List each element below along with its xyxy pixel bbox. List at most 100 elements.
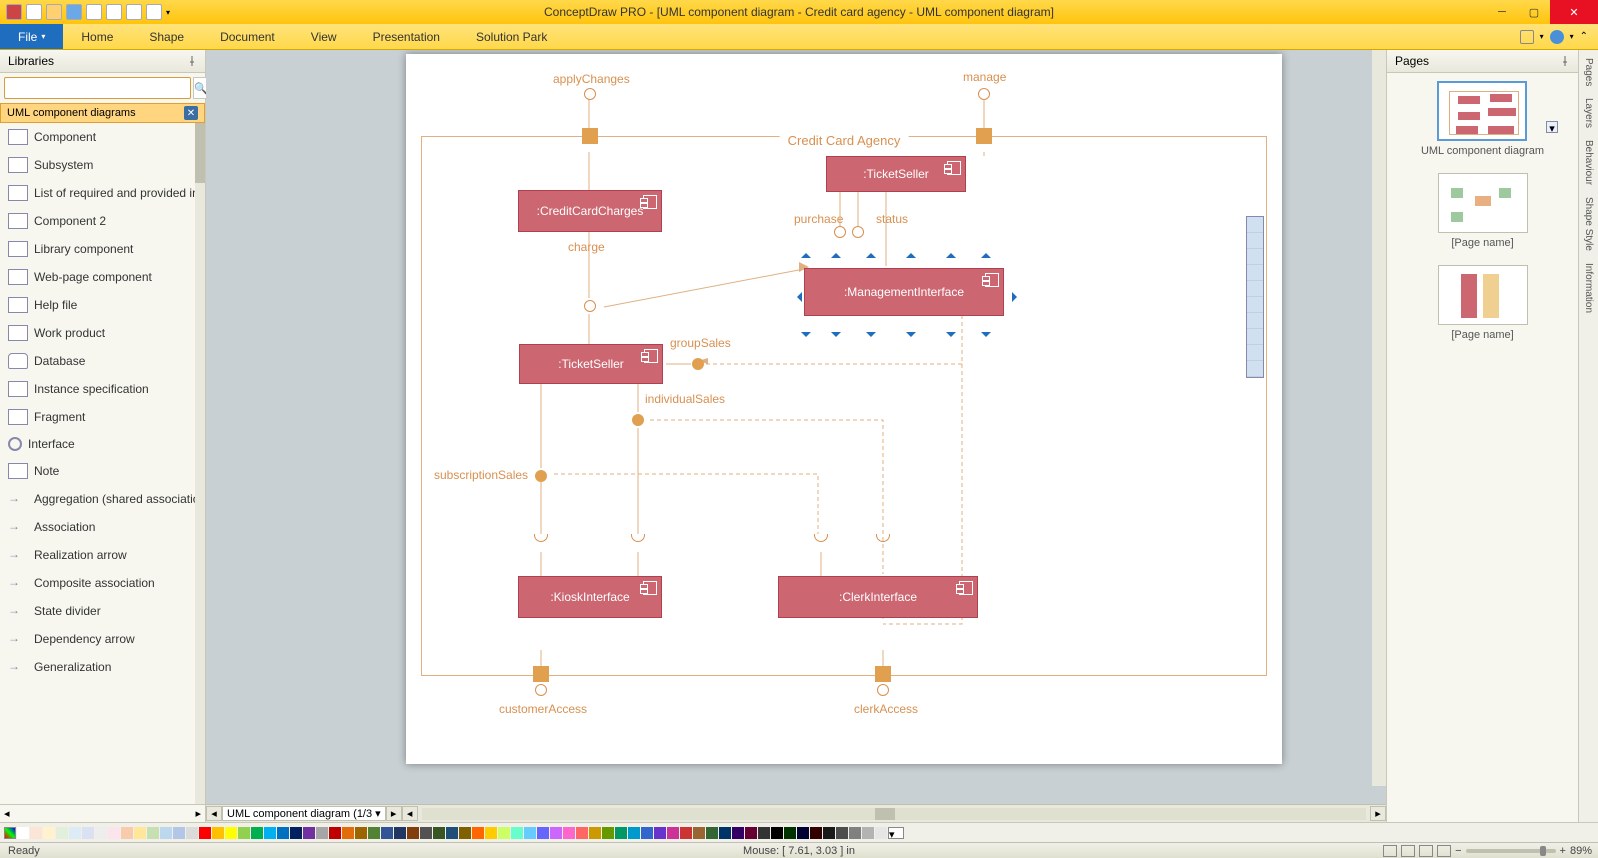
component-ticket-seller-mid[interactable]: :TicketSeller — [519, 344, 663, 384]
canvas-horizontal-scrollbar[interactable] — [422, 808, 1366, 820]
palette-swatch[interactable] — [225, 827, 237, 839]
shape-dependency-arrow[interactable]: Dependency arrow — [0, 625, 205, 653]
shape-webpage-component[interactable]: Web-page component — [0, 263, 205, 291]
pin-icon[interactable] — [1560, 56, 1570, 66]
palette-swatch[interactable] — [212, 827, 224, 839]
qat-new-icon[interactable] — [26, 4, 42, 20]
palette-swatch[interactable] — [563, 827, 575, 839]
selection-handle[interactable] — [906, 332, 916, 342]
app-icon[interactable] — [6, 4, 22, 20]
vtab-pages[interactable]: Pages — [1583, 54, 1594, 90]
palette-swatch[interactable] — [485, 827, 497, 839]
palette-swatch[interactable] — [849, 827, 861, 839]
palette-swatch[interactable] — [381, 827, 393, 839]
palette-swatch[interactable] — [524, 827, 536, 839]
palette-swatch[interactable] — [238, 827, 250, 839]
palette-swatch[interactable] — [277, 827, 289, 839]
palette-swatch[interactable] — [251, 827, 263, 839]
palette-swatch[interactable] — [160, 827, 172, 839]
port-customerAccess[interactable] — [533, 666, 549, 682]
view-mode-icon[interactable] — [1401, 845, 1415, 857]
palette-swatch[interactable] — [758, 827, 770, 839]
palette-swatch[interactable] — [368, 827, 380, 839]
zoom-out-icon[interactable]: − — [1455, 845, 1461, 857]
tab-home[interactable]: Home — [63, 24, 131, 49]
shape-subsystem[interactable]: Subsystem — [0, 151, 205, 179]
selection-handle[interactable] — [946, 332, 956, 342]
shape-generalization[interactable]: Generalization — [0, 653, 205, 681]
page-thumb-dropdown-icon[interactable]: ▾ — [1546, 121, 1558, 133]
component-clerk-interface[interactable]: :ClerkInterface — [778, 576, 978, 618]
palette-swatch[interactable] — [95, 827, 107, 839]
component-ticket-seller-top[interactable]: :TicketSeller — [826, 156, 966, 192]
qat-save-icon[interactable] — [66, 4, 82, 20]
palette-swatch[interactable] — [498, 827, 510, 839]
palette-swatch[interactable] — [290, 827, 302, 839]
qat-open-icon[interactable] — [46, 4, 62, 20]
palette-swatch[interactable] — [667, 827, 679, 839]
palette-swatch[interactable] — [147, 827, 159, 839]
action-item[interactable] — [1247, 313, 1263, 329]
selection-handle[interactable] — [831, 248, 841, 258]
drawing-page[interactable]: Credit Card Agency applyChanges manage :… — [406, 54, 1282, 764]
palette-swatch[interactable] — [862, 827, 874, 839]
palette-swatch[interactable] — [654, 827, 666, 839]
action-item[interactable] — [1247, 329, 1263, 345]
zoom-in-icon[interactable]: + — [1560, 845, 1566, 857]
palette-swatch[interactable] — [329, 827, 341, 839]
page-tab[interactable]: UML component diagram (1/3 ▾ — [222, 806, 386, 821]
palette-swatch[interactable] — [173, 827, 185, 839]
shape-state-divider[interactable]: State divider — [0, 597, 205, 625]
selection-handle[interactable] — [792, 292, 802, 302]
palette-swatch[interactable] — [784, 827, 796, 839]
library-scrollbar[interactable] — [195, 123, 205, 804]
shape-work-product[interactable]: Work product — [0, 319, 205, 347]
maximize-button[interactable]: ▢ — [1518, 0, 1550, 24]
action-item[interactable] — [1247, 281, 1263, 297]
interface-status[interactable] — [852, 226, 864, 238]
canvas-viewport[interactable]: Credit Card Agency applyChanges manage :… — [206, 50, 1386, 804]
interface-purchase[interactable] — [834, 226, 846, 238]
pin-icon[interactable] — [187, 56, 197, 66]
view-mode-icon[interactable] — [1383, 845, 1397, 857]
palette-swatch[interactable] — [615, 827, 627, 839]
page-thumb-1[interactable]: ▾ UML component diagram — [1421, 81, 1544, 157]
library-search-input[interactable] — [4, 77, 191, 99]
palette-swatch[interactable] — [589, 827, 601, 839]
palette-swatch[interactable] — [771, 827, 783, 839]
view-mode-icon[interactable] — [1437, 845, 1451, 857]
vtab-behaviour[interactable]: Behaviour — [1583, 136, 1594, 189]
shape-instance-spec[interactable]: Instance specification — [0, 375, 205, 403]
action-item[interactable] — [1247, 297, 1263, 313]
collapse-ribbon-icon[interactable]: ⌃ — [1580, 31, 1588, 42]
vtab-information[interactable]: Information — [1583, 259, 1594, 317]
vtab-layers[interactable]: Layers — [1583, 94, 1594, 132]
selection-handle[interactable] — [1012, 292, 1022, 302]
tab-view[interactable]: View — [293, 24, 355, 49]
qat-print-icon[interactable] — [126, 4, 142, 20]
qat-copy-icon[interactable] — [146, 4, 162, 20]
close-button[interactable]: ✕ — [1550, 0, 1598, 24]
palette-swatch[interactable] — [511, 827, 523, 839]
palette-swatch[interactable] — [407, 827, 419, 839]
help-icon[interactable] — [1550, 30, 1564, 44]
palette-swatch[interactable] — [433, 827, 445, 839]
shape-list-required-provided[interactable]: List of required and provided in — [0, 179, 205, 207]
shape-realization-arrow[interactable]: Realization arrow — [0, 541, 205, 569]
port-applyChanges[interactable] — [582, 128, 598, 144]
palette-swatch[interactable] — [342, 827, 354, 839]
selection-handle[interactable] — [981, 332, 991, 342]
port-manage[interactable] — [976, 128, 992, 144]
action-item[interactable] — [1247, 265, 1263, 281]
palette-more-icon[interactable]: ▾ — [888, 827, 904, 839]
action-item[interactable] — [1247, 249, 1263, 265]
palette-swatch[interactable] — [823, 827, 835, 839]
shape-composite-association[interactable]: Composite association — [0, 569, 205, 597]
action-item[interactable] — [1247, 361, 1263, 377]
palette-swatch[interactable] — [745, 827, 757, 839]
library-close-icon[interactable]: ✕ — [184, 106, 198, 120]
palette-swatch[interactable] — [108, 827, 120, 839]
shape-aggregation[interactable]: Aggregation (shared associatio — [0, 485, 205, 513]
palette-swatch[interactable] — [355, 827, 367, 839]
palette-swatch[interactable] — [264, 827, 276, 839]
